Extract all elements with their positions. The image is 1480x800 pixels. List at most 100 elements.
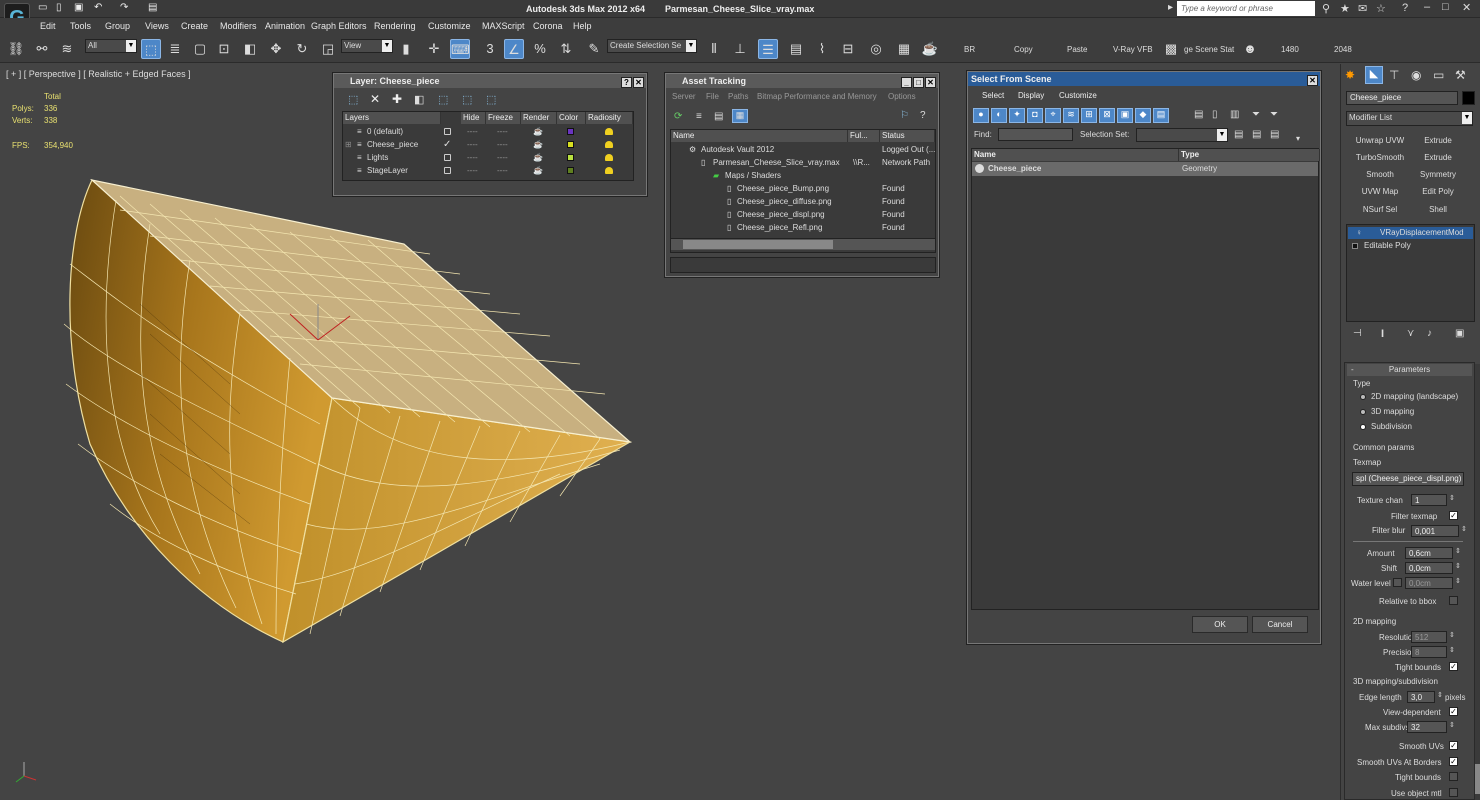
layer-manager-icon[interactable]: ☰ bbox=[758, 39, 778, 59]
menu-customize[interactable]: Customize bbox=[428, 21, 471, 31]
shift-field[interactable]: 0,0cm bbox=[1405, 562, 1453, 574]
hide-checkbox[interactable] bbox=[444, 167, 451, 174]
uvw-map-button[interactable]: UVW Map bbox=[1353, 185, 1407, 199]
filter-options-icon[interactable]: ⏷ bbox=[1270, 109, 1278, 120]
favorites-icon[interactable]: ☆ bbox=[1376, 2, 1386, 15]
radiosity-icon[interactable] bbox=[605, 167, 613, 174]
show-end-result-icon[interactable]: I bbox=[1381, 328, 1384, 340]
horizontal-scrollbar[interactable] bbox=[671, 238, 935, 250]
reference-coordinate-dropdown[interactable]: View ▼ bbox=[341, 39, 393, 53]
find-input[interactable] bbox=[998, 128, 1073, 141]
spinner-icon[interactable]: ⇕ bbox=[1449, 721, 1455, 729]
spinner-icon[interactable]: ⇕ bbox=[1449, 494, 1455, 502]
vray-vfb-button[interactable]: V-Ray VFB bbox=[1113, 45, 1153, 54]
expand-icon[interactable] bbox=[1352, 243, 1358, 249]
menu-tools[interactable]: Tools bbox=[70, 21, 91, 31]
maximize-icon[interactable]: □ bbox=[913, 77, 924, 88]
asset-row[interactable]: ▰ Maps / Shaders bbox=[671, 169, 935, 182]
named-selection-dropdown[interactable]: Create Selection Se ▼ bbox=[607, 39, 697, 53]
link-icon[interactable]: ⛓ bbox=[6, 39, 26, 59]
menu-server[interactable]: Server bbox=[672, 92, 696, 101]
pivot-center-icon[interactable]: ▮ bbox=[396, 39, 416, 59]
render-setup-icon[interactable]: ▦ bbox=[894, 39, 914, 59]
refresh-icon[interactable]: ⟳ bbox=[674, 111, 682, 122]
max-subdivs-field[interactable]: 32 bbox=[1407, 721, 1447, 733]
layer-dialog-title[interactable]: Layer: Cheese_piece ? ✕ bbox=[334, 74, 646, 88]
unlink-icon[interactable]: ⚯ bbox=[32, 39, 52, 59]
tree-view-icon[interactable]: ▤ bbox=[714, 111, 723, 122]
communication-icon[interactable]: ✉ bbox=[1358, 2, 1367, 15]
menu-modifiers[interactable]: Modifiers bbox=[220, 21, 257, 31]
col-type[interactable]: Type bbox=[1179, 149, 1320, 161]
remove-modifier-icon[interactable]: ♪ bbox=[1427, 328, 1432, 339]
angle-snap-icon[interactable]: ∠ bbox=[504, 39, 524, 59]
select-by-name-icon[interactable]: ≣ bbox=[165, 39, 185, 59]
asset-path-field[interactable] bbox=[670, 257, 936, 273]
select-invert-icon[interactable]: ▥ bbox=[1230, 109, 1239, 120]
spinner-icon[interactable]: ⇕ bbox=[1437, 691, 1443, 699]
radio-3d-mapping[interactable] bbox=[1360, 409, 1366, 415]
select-none-icon[interactable]: ▯ bbox=[1212, 109, 1218, 120]
smooth-uvs-borders-checkbox[interactable]: ✓ bbox=[1449, 757, 1458, 766]
motion-tab-icon[interactable]: ◉ bbox=[1411, 68, 1421, 82]
col-layers[interactable]: Layers bbox=[343, 112, 441, 124]
select-in-layer-icon[interactable]: ◧ bbox=[414, 93, 424, 106]
spinner-icon[interactable]: ⇕ bbox=[1449, 646, 1455, 654]
menu-animation[interactable]: Animation bbox=[265, 21, 305, 31]
filter-icon[interactable]: ⏷ bbox=[1252, 109, 1260, 120]
layer-row[interactable]: ≡ StageLayer ---- ---- ☕ bbox=[343, 164, 633, 177]
menu-file[interactable]: File bbox=[706, 92, 719, 101]
curve-editor-icon[interactable]: ⌇ bbox=[812, 39, 832, 59]
snaps-toggle-icon[interactable]: 3 bbox=[480, 39, 500, 59]
col-name[interactable]: Name bbox=[972, 149, 1179, 161]
align-icon[interactable]: ⊥ bbox=[730, 39, 750, 59]
render-teapot-icon[interactable]: ☕ bbox=[920, 39, 940, 59]
select-object-icon[interactable]: ⬚ bbox=[141, 39, 161, 59]
scrollbar-thumb[interactable] bbox=[1475, 764, 1480, 794]
make-unique-icon[interactable]: ⋎ bbox=[1407, 328, 1414, 339]
menu-help[interactable]: Help bbox=[573, 21, 592, 31]
scrollbar-thumb[interactable] bbox=[683, 240, 833, 249]
view-dependent-checkbox[interactable]: ✓ bbox=[1449, 707, 1458, 716]
list-view-icon[interactable]: ≡ bbox=[696, 111, 702, 122]
layer-color-swatch[interactable] bbox=[567, 128, 574, 135]
menu-graph-editors[interactable]: Graph Editors bbox=[311, 21, 367, 31]
asset-row[interactable]: ▯ Cheese_piece_Bump.png Found bbox=[671, 182, 935, 195]
chevron-down-icon[interactable]: ▾ bbox=[1296, 134, 1300, 143]
asset-row[interactable]: ⚙ Autodesk Vault 2012 Logged Out (... bbox=[671, 143, 935, 156]
menu-customize[interactable]: Customize bbox=[1059, 91, 1097, 100]
col-hide[interactable]: Hide bbox=[461, 112, 486, 124]
shapes-filter-icon[interactable]: ◐ bbox=[991, 108, 1007, 123]
hide-checkbox[interactable] bbox=[444, 154, 451, 161]
object-name-field[interactable]: Cheese_piece bbox=[1346, 91, 1458, 105]
lightbulb-icon[interactable]: ♀ bbox=[1356, 227, 1362, 239]
scene-object-row[interactable]: Cheese_piece Geometry bbox=[972, 162, 1318, 176]
asset-tracking-dialog[interactable]: Asset Tracking _ □ ✕ Server File Paths Bit… bbox=[665, 73, 939, 277]
keyword-search-input[interactable]: Type a keyword or phrase bbox=[1177, 1, 1315, 16]
smooth-button[interactable]: Smooth bbox=[1353, 168, 1407, 182]
save-icon[interactable]: ▣ bbox=[74, 2, 83, 13]
lights-filter-icon[interactable]: ✦ bbox=[1009, 108, 1025, 123]
render-width[interactable]: 1480 bbox=[1281, 45, 1299, 54]
col-freeze[interactable]: Freeze bbox=[486, 112, 521, 124]
menu-views[interactable]: Views bbox=[145, 21, 169, 31]
rectangular-region-icon[interactable]: ▢ bbox=[190, 39, 210, 59]
layer-color-swatch[interactable] bbox=[567, 154, 574, 161]
menu-bitmap-performance[interactable]: Bitmap Performance and Memory bbox=[757, 92, 877, 101]
hierarchy-tab-icon[interactable]: ⊤ bbox=[1389, 68, 1399, 82]
percent-snap-icon[interactable]: % bbox=[530, 39, 550, 59]
helpers-filter-icon[interactable]: ⌖ bbox=[1045, 108, 1061, 123]
amount-field[interactable]: 0,6cm bbox=[1405, 547, 1453, 559]
vault-icon[interactable]: ⚐ bbox=[900, 110, 909, 121]
window-crossing-icon[interactable]: ⊡ bbox=[214, 39, 234, 59]
menu-group[interactable]: Group bbox=[105, 21, 130, 31]
help-icon[interactable]: ? bbox=[920, 110, 926, 121]
spinner-snap-icon[interactable]: ⇅ bbox=[556, 39, 576, 59]
copy-button[interactable]: Copy bbox=[1014, 45, 1033, 54]
menu-display[interactable]: Display bbox=[1018, 91, 1044, 100]
help-icon[interactable]: ? bbox=[621, 77, 632, 88]
precision-field[interactable]: 8 bbox=[1411, 646, 1447, 658]
radiosity-icon[interactable] bbox=[605, 154, 613, 161]
layer-color-swatch[interactable] bbox=[567, 141, 574, 148]
modify-tab-icon[interactable]: ◣ bbox=[1365, 66, 1383, 84]
